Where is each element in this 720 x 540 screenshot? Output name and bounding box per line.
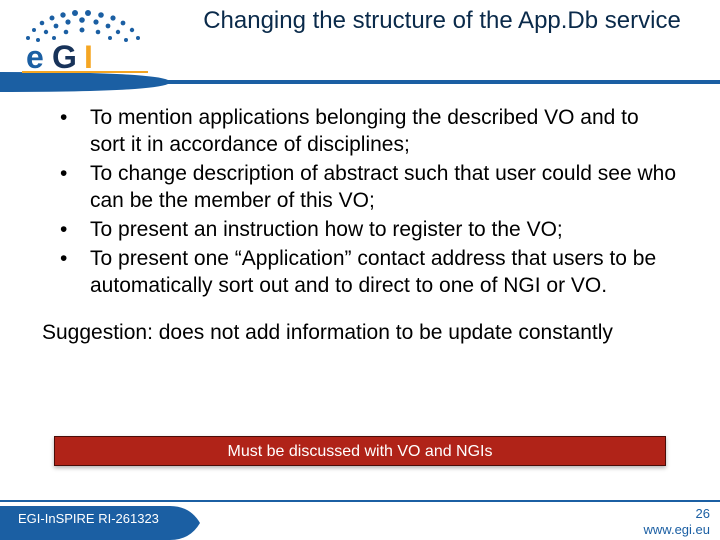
suggestion-text: Suggestion: does not add information to …	[42, 319, 678, 346]
page-number: 26	[644, 506, 710, 522]
svg-text:G: G	[52, 39, 77, 75]
discussion-banner: Must be discussed with VO and NGIs	[54, 436, 666, 466]
list-item: To present an instruction how to registe…	[42, 216, 678, 243]
footer: EGI-InSPIRE RI-261323 26 www.egi.eu	[0, 500, 720, 540]
egi-logo: e G I	[8, 8, 166, 80]
list-item: To change description of abstract such t…	[42, 160, 678, 214]
content-body: To mention applications belonging the de…	[42, 104, 678, 346]
svg-text:e: e	[26, 39, 44, 75]
slide-title: Changing the structure of the App.Db ser…	[176, 6, 708, 36]
footer-rule	[0, 500, 720, 502]
list-item: To mention applications belonging the de…	[42, 104, 678, 158]
bullet-list: To mention applications belonging the de…	[42, 104, 678, 299]
slide: e G I Changing the structure of the App.…	[0, 0, 720, 540]
footer-right: 26 www.egi.eu	[644, 506, 710, 538]
svg-text:I: I	[84, 39, 93, 75]
footer-left-text: EGI-InSPIRE RI-261323	[10, 507, 167, 532]
list-item: To present one “Application” contact add…	[42, 245, 678, 299]
footer-url: www.egi.eu	[644, 522, 710, 537]
